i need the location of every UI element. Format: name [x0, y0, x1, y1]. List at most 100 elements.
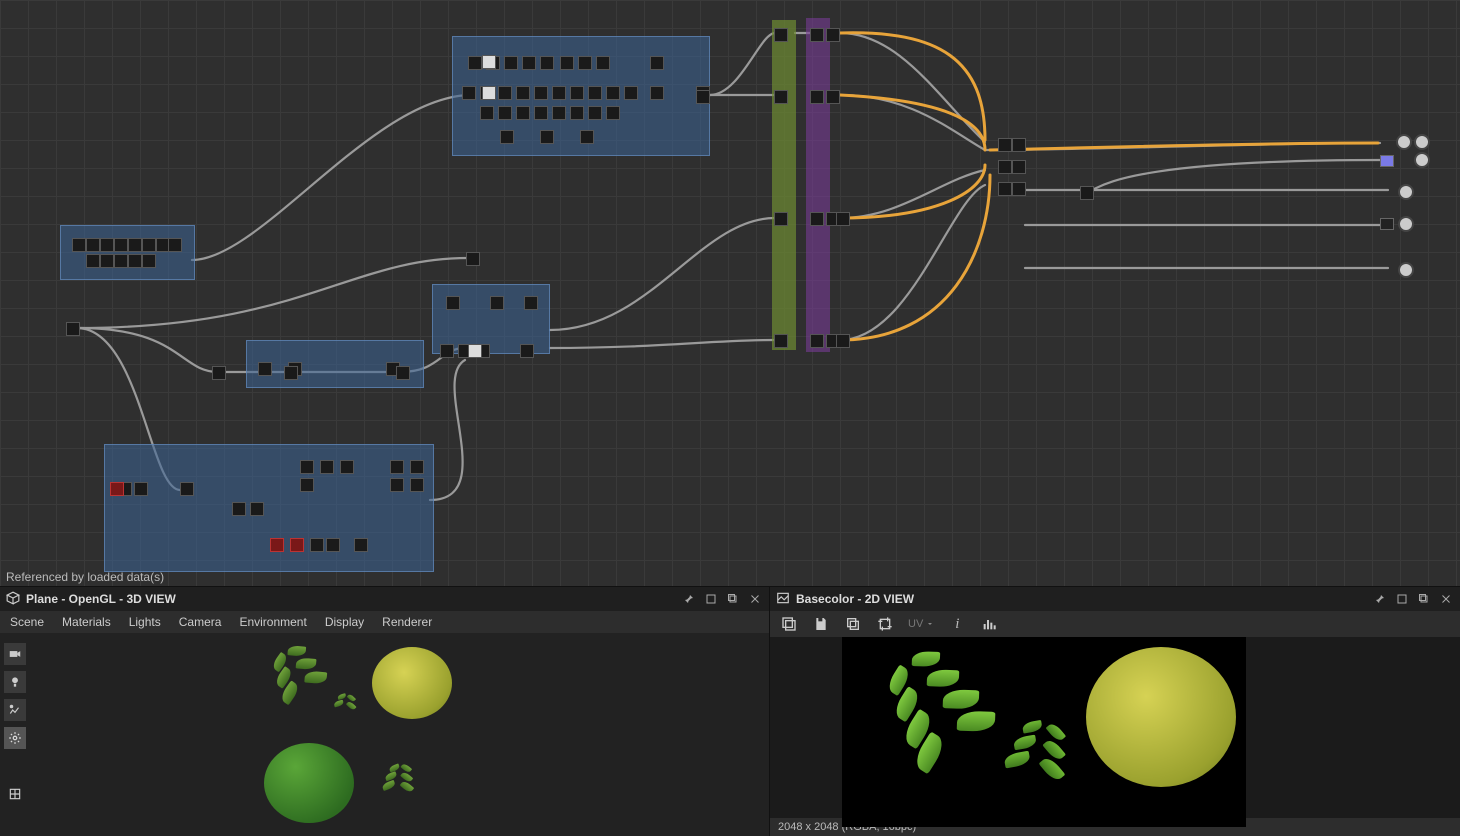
graph-node[interactable]	[498, 86, 512, 100]
viewport-3d[interactable]	[0, 633, 769, 836]
environment-icon[interactable]	[4, 699, 26, 721]
graph-node[interactable]	[1080, 186, 1094, 200]
graph-node[interactable]	[250, 502, 264, 516]
graph-node[interactable]	[86, 238, 100, 252]
graph-node[interactable]	[606, 86, 620, 100]
graph-node[interactable]	[504, 56, 518, 70]
restore-icon[interactable]	[703, 591, 719, 607]
graph-node[interactable]	[128, 254, 142, 268]
graph-node[interactable]	[142, 238, 156, 252]
graph-node[interactable]	[396, 366, 410, 380]
graph-node[interactable]	[836, 334, 850, 348]
graph-node[interactable]	[516, 106, 530, 120]
graph-node[interactable]	[624, 86, 638, 100]
graph-node[interactable]	[410, 478, 424, 492]
graph-node[interactable]	[774, 334, 788, 348]
graph-node[interactable]	[258, 362, 272, 376]
graph-node[interactable]	[836, 212, 850, 226]
output-pin[interactable]	[1414, 152, 1430, 168]
copy-icon[interactable]	[844, 615, 862, 633]
graph-node[interactable]	[650, 56, 664, 70]
graph-node[interactable]	[300, 460, 314, 474]
menu-scene[interactable]: Scene	[10, 615, 44, 629]
graph-node[interactable]	[500, 130, 514, 144]
graph-node[interactable]	[696, 90, 710, 104]
graph-frame[interactable]	[104, 444, 434, 572]
maximize-icon[interactable]	[725, 591, 741, 607]
graph-node[interactable]	[490, 296, 504, 310]
graph-node[interactable]	[480, 106, 494, 120]
graph-node[interactable]	[72, 238, 86, 252]
graph-node[interactable]	[540, 56, 554, 70]
graph-backdrop-purple[interactable]	[806, 18, 830, 352]
graph-node[interactable]	[100, 238, 114, 252]
graph-node[interactable]	[774, 90, 788, 104]
save-icon[interactable]	[812, 615, 830, 633]
graph-node[interactable]	[998, 138, 1012, 152]
graph-node[interactable]	[290, 538, 304, 552]
output-pin[interactable]	[1396, 134, 1412, 150]
graph-node[interactable]	[522, 56, 536, 70]
menu-environment[interactable]: Environment	[239, 615, 306, 629]
graph-node[interactable]	[410, 460, 424, 474]
graph-node[interactable]	[552, 106, 566, 120]
menu-camera[interactable]: Camera	[179, 615, 222, 629]
restore-icon[interactable]	[1394, 591, 1410, 607]
graph-node[interactable]	[570, 86, 584, 100]
graph-node[interactable]	[516, 86, 530, 100]
save-all-icon[interactable]	[780, 615, 798, 633]
graph-node[interactable]	[232, 502, 246, 516]
graph-node[interactable]	[552, 86, 566, 100]
camera-icon[interactable]	[4, 643, 26, 665]
graph-node[interactable]	[168, 238, 182, 252]
node-graph-viewport[interactable]: Referenced by loaded data(s)	[0, 0, 1460, 586]
graph-node[interactable]	[810, 212, 824, 226]
graph-node[interactable]	[110, 482, 124, 496]
close-icon[interactable]	[1438, 591, 1454, 607]
graph-node[interactable]	[440, 344, 454, 358]
graph-node[interactable]	[390, 478, 404, 492]
graph-node[interactable]	[826, 28, 840, 42]
graph-node[interactable]	[142, 254, 156, 268]
graph-node[interactable]	[482, 55, 496, 69]
pin-icon[interactable]	[1372, 591, 1388, 607]
graph-node[interactable]	[340, 460, 354, 474]
graph-node[interactable]	[650, 86, 664, 100]
menu-lights[interactable]: Lights	[129, 615, 161, 629]
maximize-icon[interactable]	[1416, 591, 1432, 607]
graph-node[interactable]	[810, 90, 824, 104]
graph-node[interactable]	[468, 56, 482, 70]
graph-node[interactable]	[462, 86, 476, 100]
graph-node[interactable]	[588, 86, 602, 100]
output-pin[interactable]	[1398, 184, 1414, 200]
graph-backdrop-green[interactable]	[772, 20, 796, 350]
graph-node[interactable]	[114, 238, 128, 252]
graph-node[interactable]	[180, 482, 194, 496]
graph-node[interactable]	[270, 538, 284, 552]
graph-node[interactable]	[606, 106, 620, 120]
graph-node[interactable]	[128, 238, 142, 252]
graph-node[interactable]	[588, 106, 602, 120]
graph-node[interactable]	[1012, 160, 1026, 174]
graph-node[interactable]	[114, 254, 128, 268]
output-pin[interactable]	[1414, 134, 1430, 150]
graph-node[interactable]	[468, 344, 482, 358]
graph-node[interactable]	[578, 56, 592, 70]
graph-node[interactable]	[534, 86, 548, 100]
graph-node[interactable]	[212, 366, 226, 380]
output-pin[interactable]	[1398, 216, 1414, 232]
graph-node[interactable]	[310, 538, 324, 552]
graph-node[interactable]	[482, 86, 496, 100]
graph-node[interactable]	[810, 28, 824, 42]
graph-node[interactable]	[774, 28, 788, 42]
graph-node[interactable]	[774, 212, 788, 226]
uv-dropdown[interactable]: UV	[908, 618, 934, 630]
graph-node[interactable]	[534, 106, 548, 120]
graph-node[interactable]	[520, 344, 534, 358]
graph-node[interactable]	[570, 106, 584, 120]
graph-node[interactable]	[1380, 155, 1394, 167]
graph-node[interactable]	[354, 538, 368, 552]
graph-node[interactable]	[580, 130, 594, 144]
viewport-2d[interactable]	[770, 637, 1460, 818]
graph-node[interactable]	[1012, 182, 1026, 196]
